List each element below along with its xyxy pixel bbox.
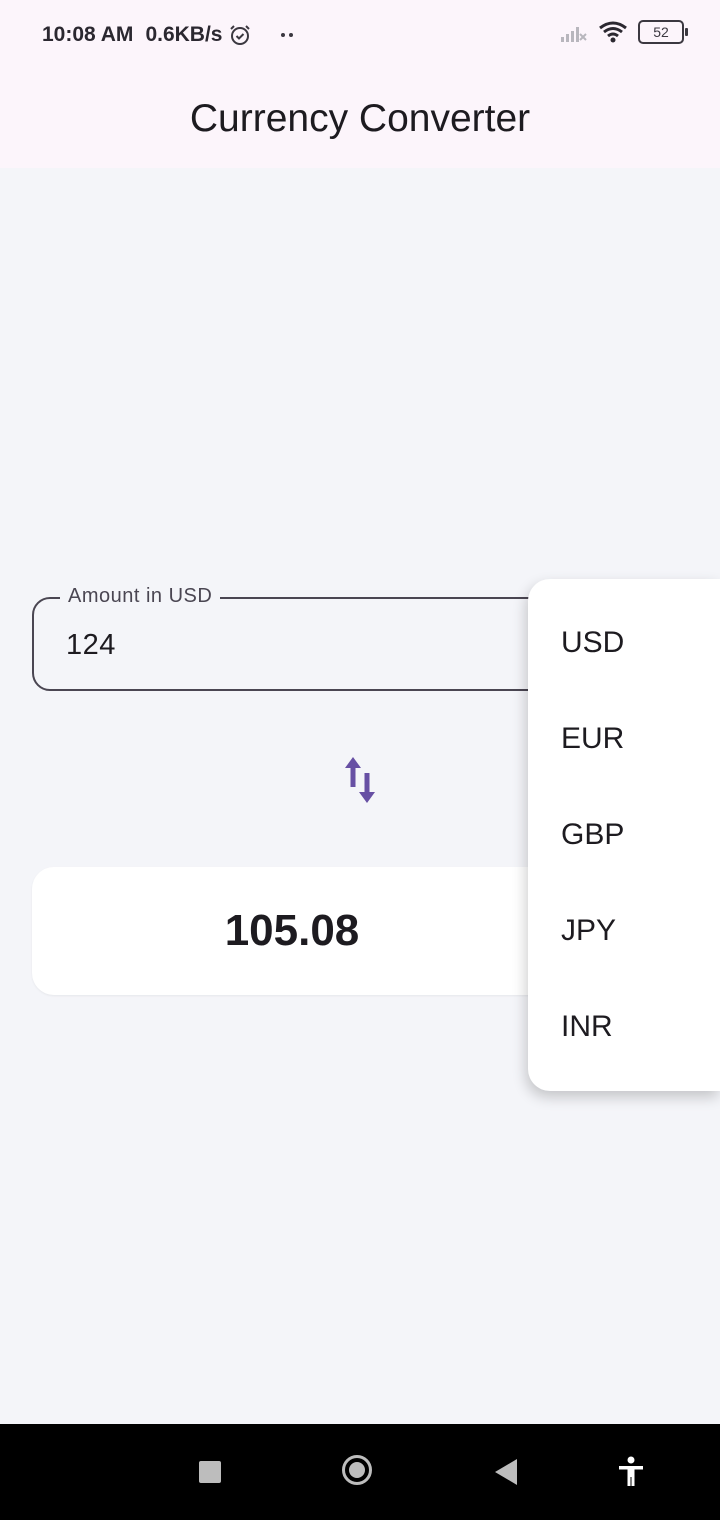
home-circle-icon[interactable] — [342, 1455, 372, 1485]
battery-icon: 52 — [638, 20, 688, 44]
accessibility-icon[interactable] — [617, 1456, 645, 1493]
amount-input[interactable]: Amount in USD 124 — [32, 585, 572, 691]
app-bar: Currency Converter — [0, 70, 720, 168]
amount-input-label: Amount in USD — [60, 585, 221, 608]
signal-no-service-icon — [560, 21, 588, 43]
status-time: 10:08 AM — [42, 23, 134, 46]
swap-vertical-icon[interactable] — [338, 753, 382, 807]
menu-item-gbp[interactable]: GBP — [528, 787, 720, 883]
battery-level: 52 — [653, 24, 669, 40]
status-right: 52 — [560, 20, 688, 44]
network-speed: 0.6KB/s — [145, 23, 223, 46]
menu-item-eur[interactable]: EUR — [528, 691, 720, 787]
status-left: 10:08 AM 0.6KB/s — [42, 22, 294, 48]
menu-item-inr[interactable]: INR — [528, 979, 720, 1075]
back-triangle-icon[interactable] — [494, 1458, 518, 1491]
currency-dropdown-menu: USD EUR GBP JPY INR — [528, 579, 720, 1091]
status-bar: 10:08 AM 0.6KB/s 52 — [0, 0, 720, 70]
converted-amount: 105.08 — [224, 906, 360, 955]
page-title: Currency Converter — [189, 97, 531, 140]
two-dots-icon — [280, 32, 294, 38]
alarm-clock-icon — [228, 23, 252, 47]
wifi-icon — [598, 20, 628, 44]
result-card: 105.08 — [32, 867, 572, 995]
menu-item-jpy[interactable]: JPY — [528, 883, 720, 979]
recents-square-icon[interactable] — [199, 1461, 221, 1483]
menu-item-usd[interactable]: USD — [528, 595, 720, 691]
amount-input-value[interactable]: 124 — [66, 629, 116, 662]
